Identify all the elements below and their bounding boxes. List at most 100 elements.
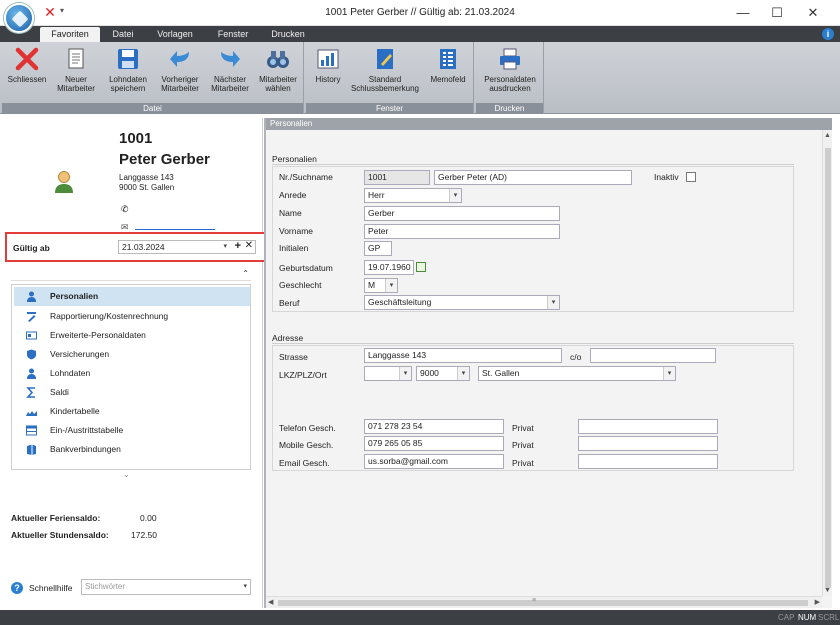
person-icon	[27, 291, 36, 302]
nav-item-kindertabelle[interactable]: Kindertabelle	[14, 402, 250, 421]
valid-from-add-button[interactable]: +	[235, 240, 241, 252]
ribbon-group-fenster: History Standard Schlussbemerkung Memofe…	[306, 42, 474, 114]
app-logo-icon[interactable]	[4, 3, 34, 33]
report-pen-icon	[27, 312, 36, 322]
mobile-gesch-input[interactable]: 079 265 05 85	[364, 436, 504, 451]
tab-datei[interactable]: Datei	[104, 27, 142, 42]
plz-select[interactable]: 9000 ▾	[416, 366, 470, 381]
personalien-box	[272, 166, 794, 312]
lohndaten-speichern-button[interactable]: Lohndaten speichern	[102, 46, 154, 100]
email-link[interactable]	[135, 222, 215, 230]
nr-input[interactable]: 1001	[364, 170, 430, 185]
strasse-input[interactable]: Langgasse 143	[364, 348, 562, 363]
employee-avatar-icon	[55, 171, 73, 193]
status-cap: CAP	[778, 613, 795, 622]
inaktiv-checkbox[interactable]	[686, 172, 696, 182]
initialen-input[interactable]: GP	[364, 241, 392, 256]
telefon-gesch-input[interactable]: 071 278 23 54	[364, 419, 504, 434]
calendar-icon[interactable]	[416, 262, 426, 272]
valid-from-clear-button[interactable]: ✕	[245, 240, 253, 252]
privat-email-input[interactable]	[578, 454, 718, 469]
plz-dropdown-icon[interactable]: ▾	[457, 367, 469, 380]
nav-item-personalien[interactable]: Personalien	[14, 287, 250, 306]
vertical-scrollbar[interactable]: ▲ ▼	[822, 130, 832, 596]
tab-fenster[interactable]: Fenster	[210, 27, 256, 42]
horizontal-scrollbar[interactable]: ◀ ≡ ▶	[266, 596, 822, 608]
scroll-left-icon[interactable]: ◀	[268, 598, 273, 606]
horizontal-scroll-thumb[interactable]	[278, 600, 808, 606]
geschlecht-dropdown-icon[interactable]: ▾	[385, 279, 397, 292]
tab-favoriten[interactable]: Favoriten	[40, 27, 100, 42]
shield-icon	[27, 349, 36, 360]
minimize-button[interactable]: —	[728, 3, 758, 23]
co-input[interactable]	[590, 348, 716, 363]
scroll-up-icon[interactable]: ▲	[824, 132, 831, 139]
section-divider	[272, 343, 794, 344]
scroll-grip-icon: ≡	[532, 597, 537, 604]
quickhelp-question-icon[interactable]: ?	[11, 582, 23, 594]
vorheriger-mitarbeiter-button[interactable]: Vorheriger Mitarbeiter	[156, 46, 204, 100]
geburtsdatum-input[interactable]: 19.07.1960	[364, 260, 414, 275]
status-scrl: SCRL	[818, 613, 840, 622]
nav-item-erweiterte-personaldaten[interactable]: Erweiterte-Personaldaten	[14, 326, 250, 345]
maximize-button[interactable]: ☐	[762, 3, 792, 23]
info-help-icon[interactable]: i	[822, 28, 834, 40]
mitarbeiter-waehlen-button[interactable]: Mitarbeiter wählen	[254, 46, 302, 100]
lkz-dropdown-icon[interactable]: ▾	[399, 367, 411, 380]
close-window-button[interactable]: ✕	[798, 3, 828, 23]
employee-street: Langgasse 143	[119, 173, 174, 182]
privat-telefon-input[interactable]	[578, 419, 718, 434]
valid-from-date-input[interactable]: 21.03.2024 ▾ + ✕	[118, 240, 256, 254]
children-icon	[26, 411, 37, 416]
schliessen-button[interactable]: Schliessen	[4, 46, 50, 100]
neuer-mitarbeiter-button[interactable]: Neuer Mitarbeiter	[52, 46, 100, 100]
tab-drucken[interactable]: Drucken	[264, 27, 312, 42]
anrede-dropdown-icon[interactable]: ▾	[449, 189, 461, 202]
ribbon-group-drucken: Personaldaten ausdrucken Drucken	[476, 42, 544, 114]
standard-schlussbemerkung-button[interactable]: Standard Schlussbemerkung	[346, 46, 424, 100]
suchname-input[interactable]: Gerber Peter (AD)	[434, 170, 632, 185]
personaldaten-ausdrucken-button[interactable]: Personaldaten ausdrucken	[480, 46, 540, 100]
feriensaldo-label: Aktueller Feriensaldo:	[11, 513, 101, 523]
scroll-right-icon[interactable]: ▶	[815, 598, 820, 606]
scroll-down-icon[interactable]: ▼	[824, 587, 831, 594]
nav-item-rapportierung[interactable]: Rapportierung/Kostenrechnung	[14, 307, 250, 326]
nav-item-ein-austrittstabelle[interactable]: Ein-/Austrittstabelle	[14, 421, 250, 440]
quickhelp-dropdown-icon[interactable]: ▾	[243, 580, 247, 594]
beruf-select[interactable]: Geschäftsleitung ▾	[364, 295, 560, 310]
geschlecht-select[interactable]: M ▾	[364, 278, 398, 293]
history-button[interactable]: History	[310, 46, 346, 100]
lkz-select[interactable]: ▾	[364, 366, 412, 381]
employee-number: 1001	[119, 130, 153, 147]
nav-item-lohndaten[interactable]: Lohndaten	[14, 364, 250, 383]
nav-scroll-down-icon[interactable]: ⌄	[123, 470, 130, 479]
vertical-scroll-thumb[interactable]	[825, 148, 831, 588]
memofeld-button[interactable]: Memofeld	[426, 46, 470, 100]
chevron-up-icon[interactable]: ⌃	[242, 269, 249, 278]
co-label: c/o	[570, 352, 582, 362]
naechster-mitarbeiter-button[interactable]: Nächster Mitarbeiter	[206, 46, 254, 100]
anrede-select[interactable]: Herr ▾	[364, 188, 462, 203]
nav-item-bankverbindungen[interactable]: Bankverbindungen	[14, 440, 250, 459]
ort-select[interactable]: St. Gallen ▾	[478, 366, 676, 381]
tab-vorlagen[interactable]: Vorlagen	[150, 27, 200, 42]
navigation-list: Personalien Rapportierung/Kostenrechnung…	[11, 284, 251, 470]
beruf-dropdown-icon[interactable]: ▾	[547, 296, 559, 309]
ort-dropdown-icon[interactable]: ▾	[663, 367, 675, 380]
strasse-label: Strasse	[279, 352, 308, 362]
mobile-gesch-label: Mobile Gesch.	[279, 440, 334, 450]
employee-name: Peter Gerber	[119, 151, 210, 168]
bank-book-icon	[27, 444, 36, 455]
nav-item-saldi[interactable]: Saldi	[14, 383, 250, 402]
privat-mobile-label: Privat	[512, 440, 534, 450]
phone-icon[interactable]: ✆	[121, 204, 129, 215]
name-input[interactable]: Gerber	[364, 206, 560, 221]
nav-collapse-bar[interactable]: ⌃	[11, 269, 251, 281]
arrow-back-icon	[170, 51, 189, 67]
vorname-input[interactable]: Peter	[364, 224, 560, 239]
privat-mobile-input[interactable]	[578, 436, 718, 451]
quickhelp-search-input[interactable]: Stichwörter ▾	[81, 579, 251, 595]
email-gesch-input[interactable]: us.sorba@gmail.com	[364, 454, 504, 469]
nav-item-versicherungen[interactable]: Versicherungen	[14, 345, 250, 364]
valid-from-dropdown-icon[interactable]: ▾	[223, 241, 227, 253]
